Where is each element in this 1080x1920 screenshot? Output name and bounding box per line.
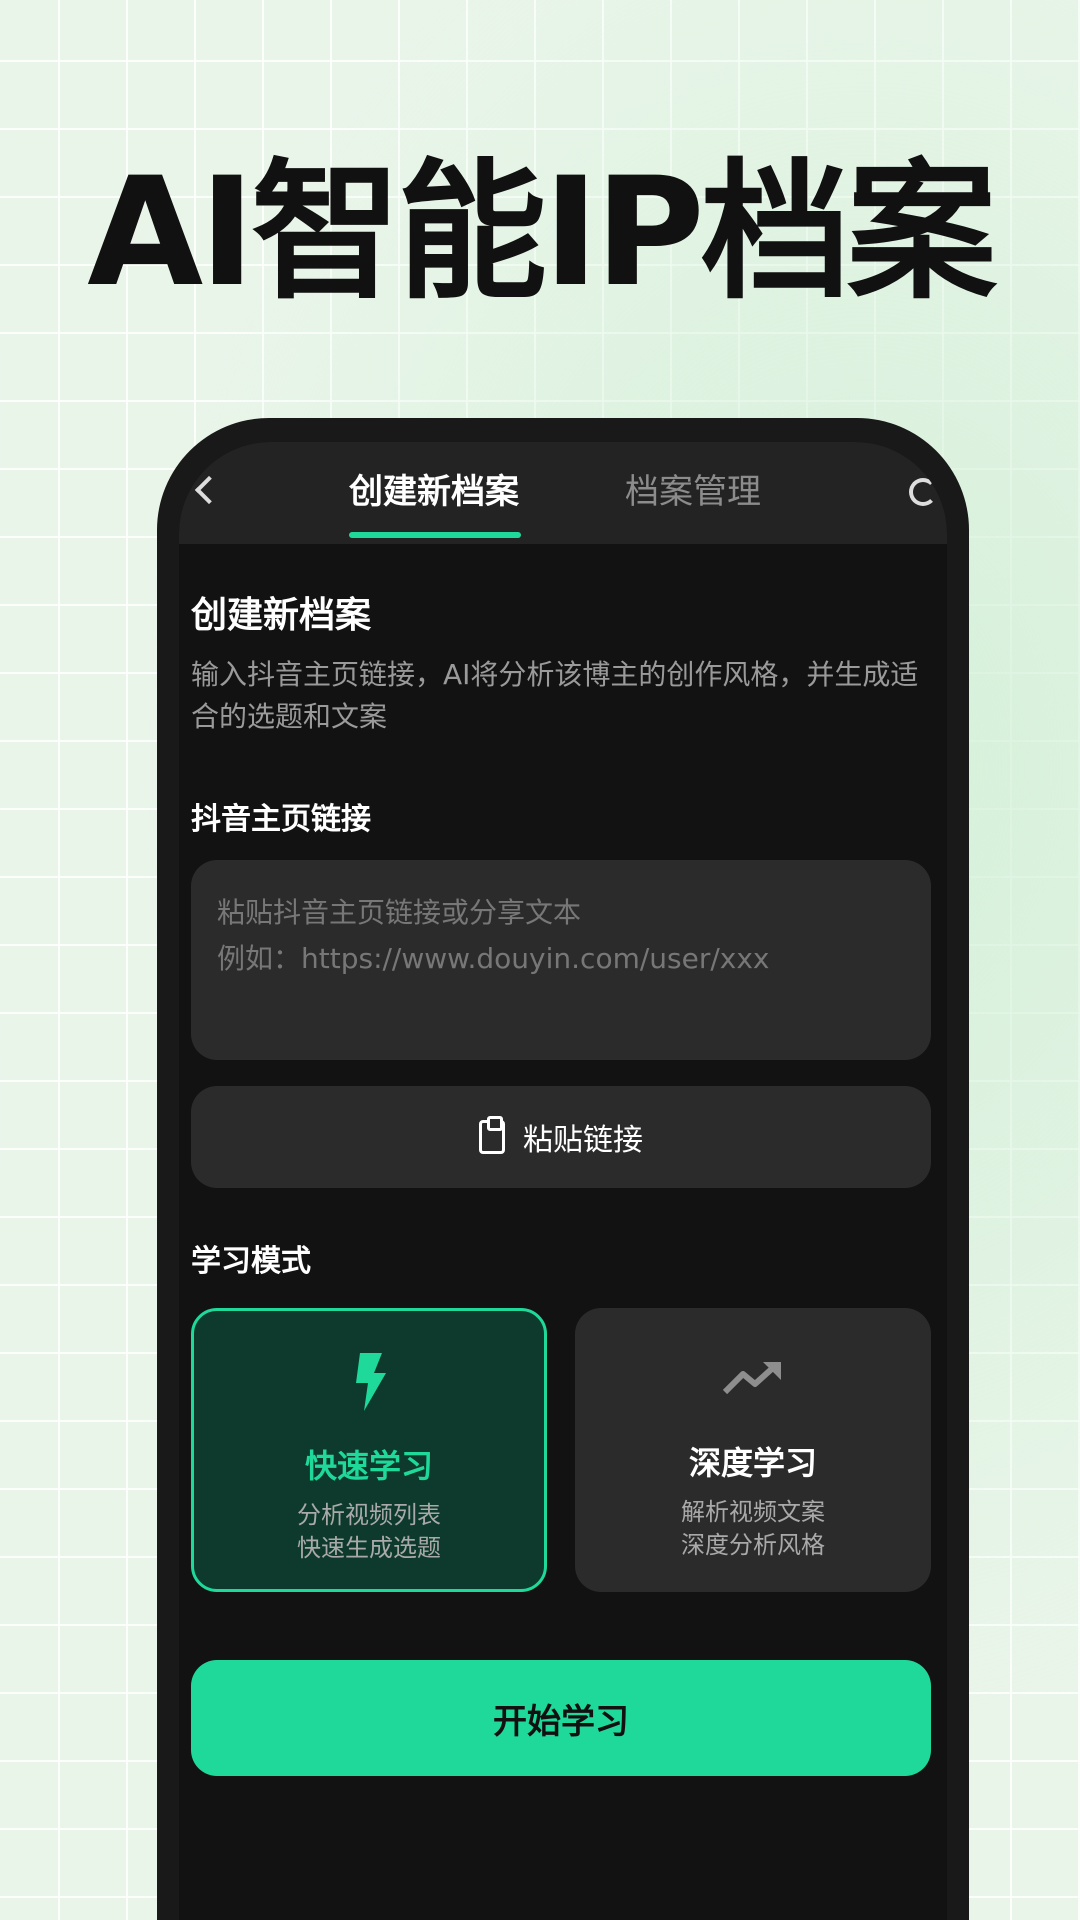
learning-mode-label: 学习模式 <box>191 1244 311 1279</box>
mode-description: 解析视频文案 深度分析风格 <box>575 1496 931 1562</box>
paste-link-label: 粘贴链接 <box>523 1123 643 1158</box>
mode-card-deep-learning[interactable]: 深度学习 解析视频文案 深度分析风格 <box>575 1308 931 1592</box>
mode-desc-line: 快速生成选题 <box>297 1534 441 1562</box>
mode-description: 分析视频列表 快速生成选题 <box>194 1499 544 1565</box>
refresh-icon[interactable] <box>909 478 937 506</box>
trending-up-icon <box>723 1362 781 1395</box>
mode-title: 快速学习 <box>304 1447 433 1485</box>
link-field-label: 抖音主页链接 <box>191 802 371 837</box>
mode-desc-line: 深度分析风格 <box>681 1531 825 1559</box>
back-arrow-icon[interactable] <box>194 475 224 505</box>
tab-create-profile[interactable]: 创建新档案 <box>349 464 519 513</box>
page-title: 创建新档案 <box>191 595 372 636</box>
page-description: 输入抖音主页链接，AI将分析该博主的创作风格，并生成适合的选题和文案 <box>191 658 919 733</box>
tab-profile-management[interactable]: 档案管理 <box>625 464 761 513</box>
clipboard-icon <box>479 1116 505 1154</box>
mode-desc-line: 解析视频文案 <box>681 1498 825 1526</box>
start-learning-button[interactable]: 开始学习 <box>191 1660 931 1776</box>
phone-frame: 创建新档案 档案管理 创建新档案 输入抖音主页链接，AI将分析该博主的创作风格，… <box>157 418 969 1920</box>
mode-desc-line: 分析视频列表 <box>297 1501 441 1529</box>
mode-title: 深度学习 <box>688 1444 817 1482</box>
active-tab-indicator <box>349 532 521 538</box>
mode-card-fast-learning[interactable]: 快速学习 分析视频列表 快速生成选题 <box>191 1308 547 1592</box>
lightning-bolt-icon <box>356 1353 386 1411</box>
paste-link-button[interactable]: 粘贴链接 <box>191 1086 931 1188</box>
app-screen: 创建新档案 档案管理 创建新档案 输入抖音主页链接，AI将分析该博主的创作风格，… <box>179 442 947 1920</box>
top-tab-bar: 创建新档案 档案管理 <box>179 442 947 544</box>
douyin-link-input[interactable] <box>191 860 931 1060</box>
hero-title: AI智能IP档案 <box>87 146 997 320</box>
